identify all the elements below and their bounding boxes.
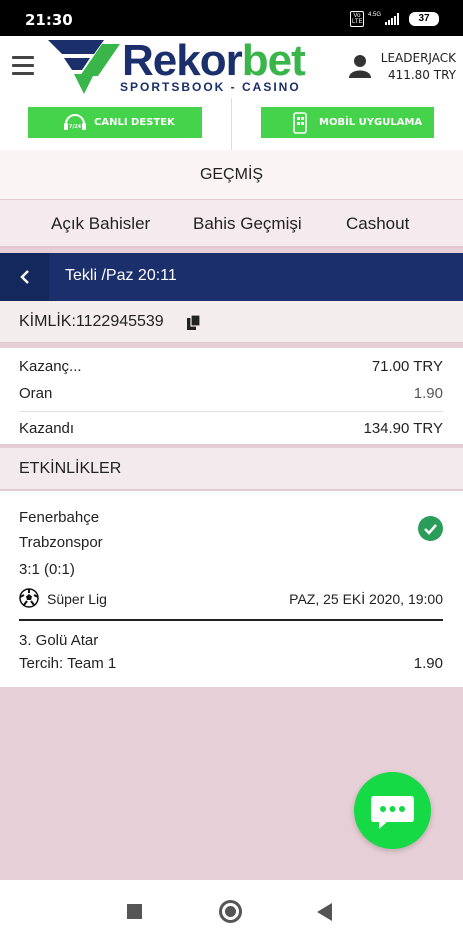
stake-row: Kazanç... 71.00 TRY [19,358,443,375]
market-name: 3. Golü Atar [19,632,99,649]
event-card: Fenerbahçe Trabzonspor 3:1 (0:1) Süper L… [0,491,463,687]
signal-icon [385,13,399,25]
user-account[interactable]: LEADERJACK 411.80 TRY [381,50,456,84]
back-button[interactable] [0,253,49,301]
tab-bar: Açık Bahisler Bahis Geçmişi Cashout [0,200,463,248]
chat-icon [371,796,414,829]
tab-bet-history[interactable]: Bahis Geçmişi [193,214,302,234]
action-bar: 7/24 CANLI DESTEK MOBİL UYGULAMA [0,98,463,150]
score: 3:1 (0:1) [19,561,75,578]
divider [19,619,443,621]
user-icon[interactable] [349,54,371,78]
headset-icon: 7/24 [64,113,86,130]
home-icon[interactable] [219,900,242,923]
odds-value: 1.90 [413,385,443,402]
odds-label: Oran [19,385,53,402]
bet-id: KİMLİK:1122945539 [19,313,164,330]
mobile-app-button[interactable]: MOBİL UYGULAMA [261,107,434,138]
brand-logo[interactable]: Rekorbet SPORTSBOOK - CASINO [44,36,344,98]
brand-tagline: SPORTSBOOK - CASINO [120,80,301,94]
battery-icon: 37 [409,12,439,26]
status-time: 21:30 [25,11,73,29]
recents-icon[interactable] [127,904,142,919]
divider [231,98,232,150]
status-icons: Vo LTE 4.5G 37 [349,11,439,27]
bet-header: Tekli /Paz 20:11 [0,253,463,301]
mobile-phone-icon [293,111,307,134]
events-heading: ETKİNLİKLER [19,460,122,477]
network-type: 4.5G [367,12,381,18]
logo-mark-icon [48,40,120,94]
won-row: Kazandı 134.90 TRY [19,420,443,437]
mobile-app-label: MOBİL UYGULAMA [319,117,423,128]
selection-odds: 1.90 [413,655,443,672]
divider [19,411,443,412]
system-nav-bar [0,880,463,942]
chat-button[interactable] [354,772,431,849]
tab-cashout[interactable]: Cashout [346,214,409,234]
home-team: Fenerbahçe [19,509,100,526]
bet-header-title: Tekli /Paz 20:11 [65,267,177,284]
selection: Tercih: Team 1 [19,655,117,672]
event-datetime: PAZ, 25 EKİ 2020, 19:00 [289,591,443,607]
status-bar: 21:30 Vo LTE 4.5G 37 [0,0,463,36]
live-support-button[interactable]: 7/24 CANLI DESTEK [28,107,202,138]
away-team: Trabzonspor [19,534,103,551]
won-label: Kazandı [19,420,75,437]
odds-row: Oran 1.90 [19,385,443,402]
stake-value: 71.00 TRY [371,358,443,375]
league-name: Süper Lig [47,591,107,607]
stake-label: Kazanç... [19,358,82,375]
chevron-left-icon [19,270,29,284]
svg-text:7/24: 7/24 [69,124,82,130]
won-check-icon [418,516,443,541]
events-heading-bar: ETKİNLİKLER [0,448,463,490]
volte-icon: Vo LTE [349,11,364,27]
back-icon[interactable] [317,903,332,921]
won-value: 134.90 TRY [363,420,443,437]
bet-summary: Kazanç... 71.00 TRY Oran 1.90 Kazandı 13… [0,348,463,446]
menu-icon[interactable] [12,56,34,76]
balance: 411.80 TRY [387,68,456,82]
bet-id-bar: KİMLİK:1122945539 [0,301,463,343]
tab-open-bets[interactable]: Açık Bahisler [51,214,150,234]
copy-icon[interactable] [187,315,201,330]
live-support-label: CANLI DESTEK [94,117,175,128]
page-title: GEÇMİŞ [0,150,463,200]
username: LEADERJACK [380,51,456,65]
soccer-ball-icon [19,588,39,608]
app-header: Rekorbet SPORTSBOOK - CASINO LEADERJACK … [0,36,463,98]
